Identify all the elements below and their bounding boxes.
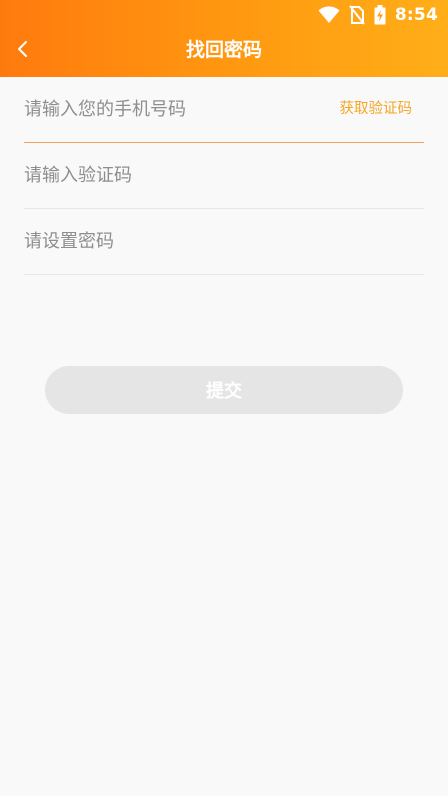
page-title: 找回密码 [185,39,262,61]
get-code-button[interactable]: 获取验证码 [340,99,413,119]
code-field-row [24,143,424,209]
status-icons: 8:54 [318,4,438,26]
reset-password-form: 获取验证码 [24,77,424,275]
status-bar: 8:54 [0,0,448,30]
battery-charging-icon [374,5,386,25]
status-time: 8:54 [394,5,438,25]
phone-field-row: 获取验证码 [24,77,424,143]
submit-button[interactable]: 提交 [45,366,403,414]
app-header: 8:54 找回密码 [0,0,448,77]
phone-input[interactable] [24,77,324,141]
no-sim-icon [349,5,365,25]
wifi-icon [318,6,340,24]
nav-bar: 找回密码 [0,30,448,77]
verification-code-input[interactable] [24,143,324,207]
password-field-row [24,209,424,275]
password-input[interactable] [24,209,324,273]
